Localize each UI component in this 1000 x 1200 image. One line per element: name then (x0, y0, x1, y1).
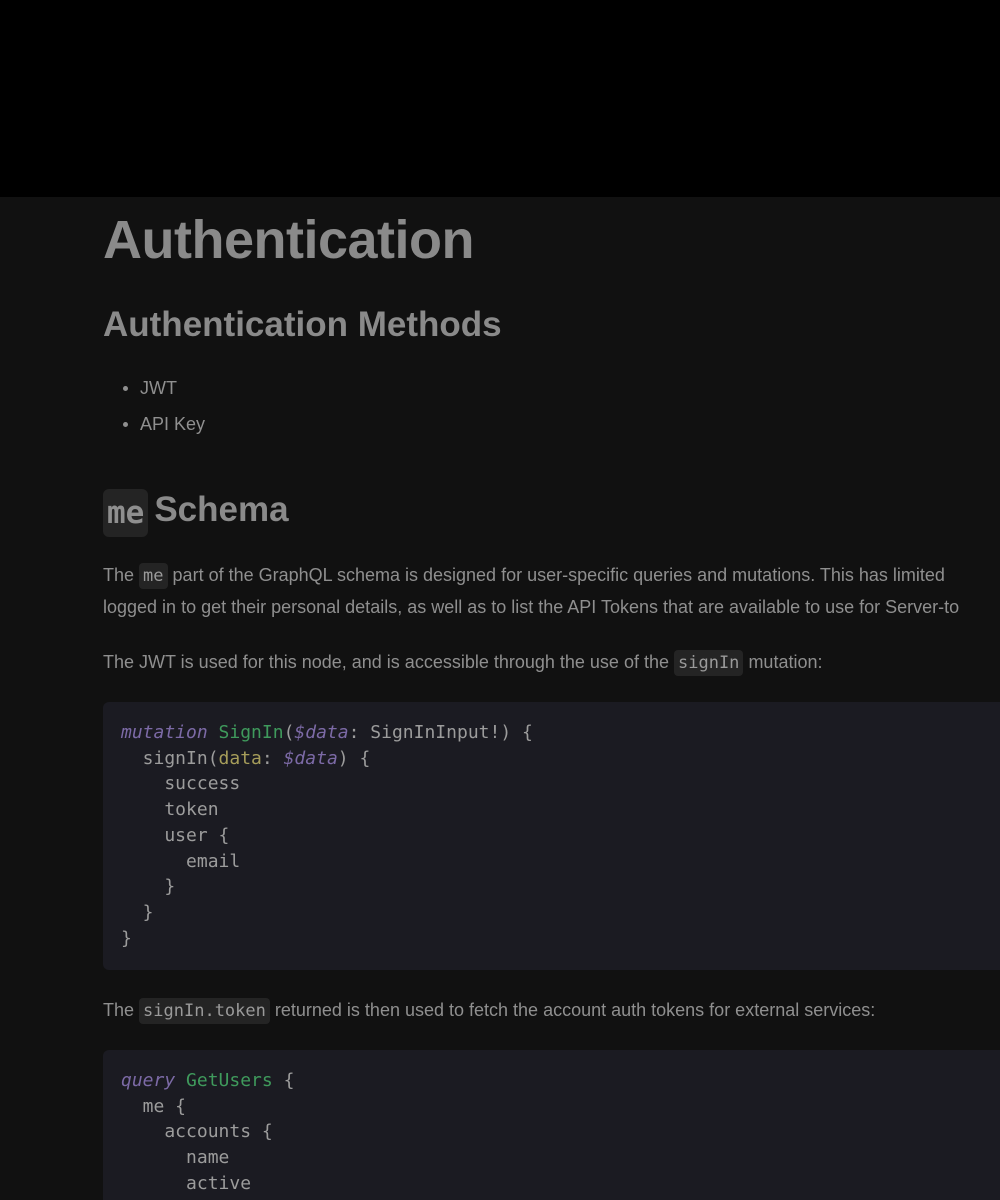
code-block-signin: mutation SignIn($data: SignInInput!) { s… (103, 702, 1000, 970)
jwt-description: The JWT is used for this node, and is ac… (103, 646, 1000, 678)
inline-code: signIn.token (139, 998, 270, 1024)
schema-description: The me part of the GraphQL schema is des… (103, 563, 960, 617)
methods-list: JWT API Key (123, 375, 205, 447)
token-description: The signIn.token returned is then used t… (103, 994, 1000, 1026)
inline-code: me (139, 563, 168, 589)
top-bar (0, 0, 1000, 197)
doc-content: Authentication Authentication Methods JW… (103, 197, 1000, 1200)
list-item: JWT (123, 375, 205, 411)
list-item: API Key (123, 411, 205, 447)
methods-heading: Authentication Methods (103, 305, 502, 344)
page-title: Authentication (103, 210, 474, 270)
code-block-getusers: query GetUsers { me { accounts { name ac… (103, 1050, 1000, 1200)
schema-heading-code: me (103, 489, 149, 537)
schema-heading: me Schema (103, 489, 289, 537)
schema-heading-text: Schema (154, 490, 289, 529)
inline-code: signIn (674, 650, 744, 676)
